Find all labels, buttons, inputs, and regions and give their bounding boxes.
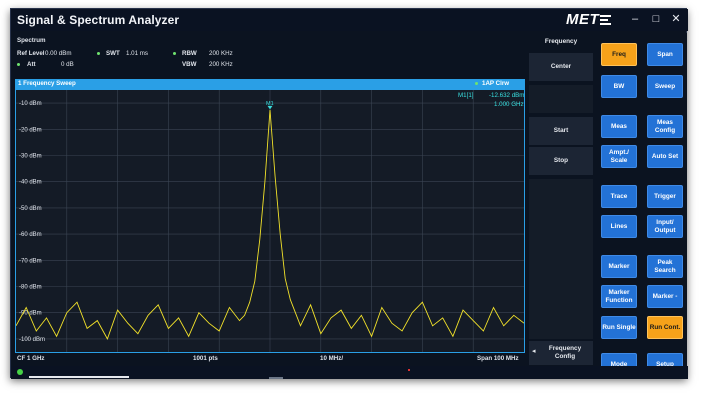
hardkey-marker-button[interactable]: Marker [601, 255, 637, 278]
progress-indicator [29, 376, 129, 378]
hardkey-grid: Freq Span BW Sweep Meas Meas Config Ampt./ Sca… [597, 33, 687, 379]
ref-level-label: Ref Level [17, 50, 45, 57]
marker-readout-freq: 1.000 GHz [494, 101, 524, 108]
trace-mode-dot-icon [475, 79, 481, 89]
title-bar: Signal & Spectrum Analyzer MET – □ ✕ [11, 9, 688, 31]
sweep-header: 1 Frequency Sweep 1AP Clrw [15, 79, 525, 89]
status-led-icon [17, 369, 23, 375]
points-label: 1001 pts [193, 355, 218, 362]
rbw-value[interactable]: 200 KHz [209, 50, 233, 57]
app-title: Signal & Spectrum Analyzer [17, 13, 180, 27]
rbw-label: RBW [182, 50, 197, 57]
hardkey-input-output-button[interactable]: Input/ Output [647, 215, 683, 238]
sweep-label: 1 Frequency Sweep [18, 80, 76, 87]
hardkey-trigger-button[interactable]: Trigger [647, 185, 683, 208]
y-tick-label: -50 dBm [19, 206, 42, 212]
marker-readout-name: M1[1] [458, 92, 474, 99]
hardkey-freq-button[interactable]: Freq [601, 43, 637, 66]
start-softkey[interactable]: Start [529, 117, 593, 145]
hardkey-run-single-button[interactable]: Run Single [601, 316, 637, 339]
att-value[interactable]: 0 dB [61, 61, 74, 68]
y-tick-label: -100 dBm [19, 337, 45, 343]
spectrum-plot[interactable]: -10 dBm -20 dBm -30 dBm -40 dBm -50 dBm -60 d… [15, 89, 525, 353]
swt-dot-icon [97, 50, 103, 57]
hardkey-bw-button[interactable]: BW [601, 75, 637, 98]
rbw-dot-icon [173, 50, 179, 57]
logo-bars-icon [600, 14, 612, 25]
center-frequency-label: CF 1 GHz [17, 355, 45, 362]
marker-tag: M1 [266, 101, 274, 107]
panel-title: Spectrum [17, 37, 46, 44]
collapse-arrow-icon: ◂ [532, 348, 536, 355]
frequency-softkey-panel: Frequency Center Start Stop ◂ Frequency … [527, 33, 595, 365]
y-tick-label: -10 dBm [19, 101, 42, 107]
frequency-config-softkey[interactable]: ◂ Frequency Config [529, 341, 593, 365]
hardkey-auto-set-button[interactable]: Auto Set [647, 145, 683, 168]
marker-readout-level: -12.632 dBm [489, 92, 525, 99]
hardkey-peak-search-button[interactable]: Peak Search [647, 255, 683, 278]
y-tick-label: -30 dBm [19, 154, 42, 160]
hardkey-marker-function-button[interactable]: Marker Function [601, 285, 637, 308]
logo-text: MET [566, 11, 600, 28]
y-tick-label: -70 dBm [19, 258, 42, 264]
y-tick-label: -40 dBm [19, 180, 42, 186]
minimize-button[interactable]: – [628, 12, 642, 26]
div-label: 10 MHz/ [320, 355, 344, 362]
analyzer-window: Signal & Spectrum Analyzer MET – □ ✕ Spe… [10, 8, 688, 379]
hardkey-meas-config-button[interactable]: Meas Config [647, 115, 683, 138]
vbw-label: VBW [182, 61, 197, 68]
stop-softkey[interactable]: Stop [529, 147, 593, 175]
hardkey-sweep-button[interactable]: Sweep [647, 75, 683, 98]
ref-level-value[interactable]: 0.00 dBm [45, 50, 71, 57]
swt-value[interactable]: 1.01 ms [126, 50, 148, 57]
hardkey-run-cont-button[interactable]: Run Cont. [647, 316, 683, 339]
y-tick-label: -60 dBm [19, 232, 42, 238]
measurement-info-panel: Spectrum Ref Level 0.00 dBm Att 0 dB SWT… [15, 33, 525, 79]
brand-logo: MET [566, 11, 612, 28]
att-label: Att [27, 61, 36, 68]
plot-footer: CF 1 GHz 1001 pts 10 MHz/ Span 100 MHz [15, 353, 525, 365]
att-dot-icon [17, 61, 23, 68]
softkey-panel-title: Frequency [544, 38, 578, 45]
span-label: Span 100 MHz [477, 355, 519, 362]
hardkey-ampt-scale-button[interactable]: Ampt./ Scale [601, 145, 637, 168]
y-tick-label: -20 dBm [19, 127, 42, 133]
hardkey-span-button[interactable]: Span [647, 43, 683, 66]
status-marker-icon [408, 369, 410, 371]
spectrum-chart: -10 dBm -20 dBm -30 dBm -40 dBm -50 dBm -60 d… [16, 90, 524, 352]
center-softkey[interactable]: Center [529, 53, 593, 81]
empty-softkey-1[interactable] [529, 85, 593, 113]
swt-label: SWT [106, 50, 120, 57]
scroll-handle[interactable] [269, 377, 283, 379]
hardkey-lines-button[interactable]: Lines [601, 215, 637, 238]
vbw-value[interactable]: 200 KHz [209, 61, 233, 68]
frequency-config-label: Frequency Config [548, 345, 582, 360]
hardkey-marker-button[interactable]: Marker - [647, 285, 683, 308]
hardkey-meas-button[interactable]: Meas [601, 115, 637, 138]
hardkey-trace-button[interactable]: Trace [601, 185, 637, 208]
maximize-button[interactable]: □ [649, 12, 663, 26]
close-button[interactable]: ✕ [669, 12, 683, 26]
status-bar [11, 366, 688, 379]
trace-mode-label: 1AP Clrw [482, 80, 510, 87]
empty-softkey-area [529, 179, 593, 339]
y-tick-label: -80 dBm [19, 285, 42, 291]
